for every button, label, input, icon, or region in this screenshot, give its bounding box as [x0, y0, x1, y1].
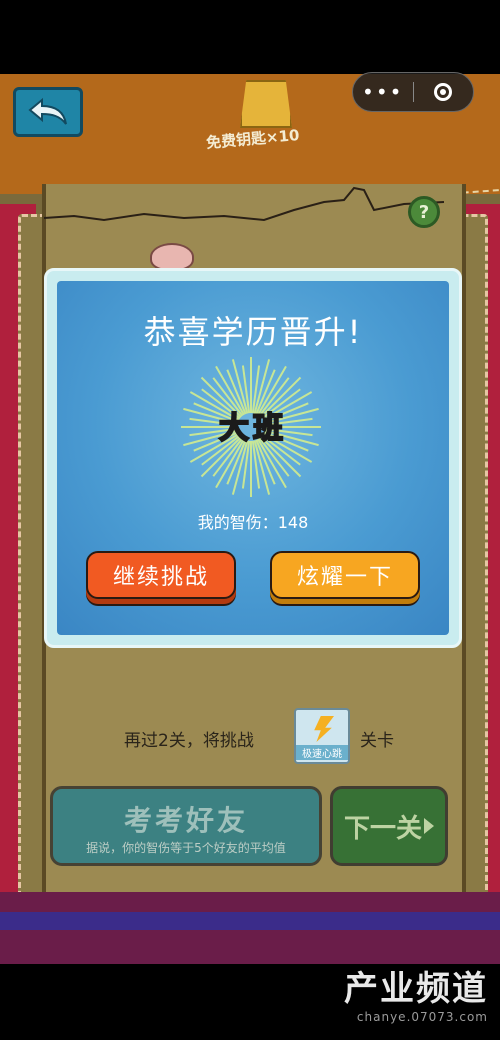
more-menu-icon[interactable]: •••	[353, 73, 413, 111]
continue-challenge-button[interactable]: 继续挑战	[86, 551, 236, 599]
rank-label: 大班	[218, 410, 287, 447]
play-arrow-icon	[424, 818, 434, 834]
help-button[interactable]: ?	[408, 196, 440, 228]
watermark-brand: 产业频道	[344, 969, 488, 1009]
challenge-friends-title: 考考好友	[123, 804, 248, 837]
dialog-title: 恭喜学历晋升!	[143, 313, 363, 351]
back-button[interactable]	[13, 87, 83, 137]
dialog-body: 恭喜学历晋升! 大班 我的智伤：148 继续挑战 炫耀一下	[57, 281, 449, 635]
watermark: 产业频道 chanye.07073.com	[344, 961, 488, 1024]
back-arrow-icon	[28, 97, 67, 125]
watermark-url: chanye.07073.com	[356, 1010, 488, 1024]
challenge-friends-button[interactable]: 考考好友 据说，你的智伤等于5个好友的平均值	[50, 786, 322, 866]
brain-icon	[150, 243, 194, 271]
progress-scribble	[44, 186, 444, 222]
next-unlock-row: 再过2关，将挑战 极速心跳 关卡	[50, 708, 450, 768]
score-text: 我的智伤：148	[197, 513, 309, 532]
level-badge: 极速心跳	[294, 708, 350, 764]
key-bag-icon[interactable]	[240, 80, 292, 128]
lightning-icon	[314, 716, 334, 742]
bottom-strip	[0, 892, 500, 964]
close-target-icon	[434, 83, 453, 101]
next-level-label: 下一关	[343, 813, 422, 844]
unlock-suffix: 关卡	[360, 731, 394, 751]
miniprogram-capsule: •••	[352, 72, 474, 112]
promotion-dialog: 恭喜学历晋升! 大班 我的智伤：148 继续挑战 炫耀一下	[44, 268, 462, 648]
close-miniprogram-button[interactable]	[413, 73, 473, 111]
badge-label: 极速心跳	[296, 745, 348, 760]
unlock-prefix: 再过2关，将挑战	[124, 731, 254, 751]
show-off-button[interactable]: 炫耀一下	[270, 551, 420, 599]
next-level-button[interactable]: 下一关	[330, 786, 448, 866]
challenge-friends-subtitle: 据说，你的智伤等于5个好友的平均值	[86, 841, 286, 855]
